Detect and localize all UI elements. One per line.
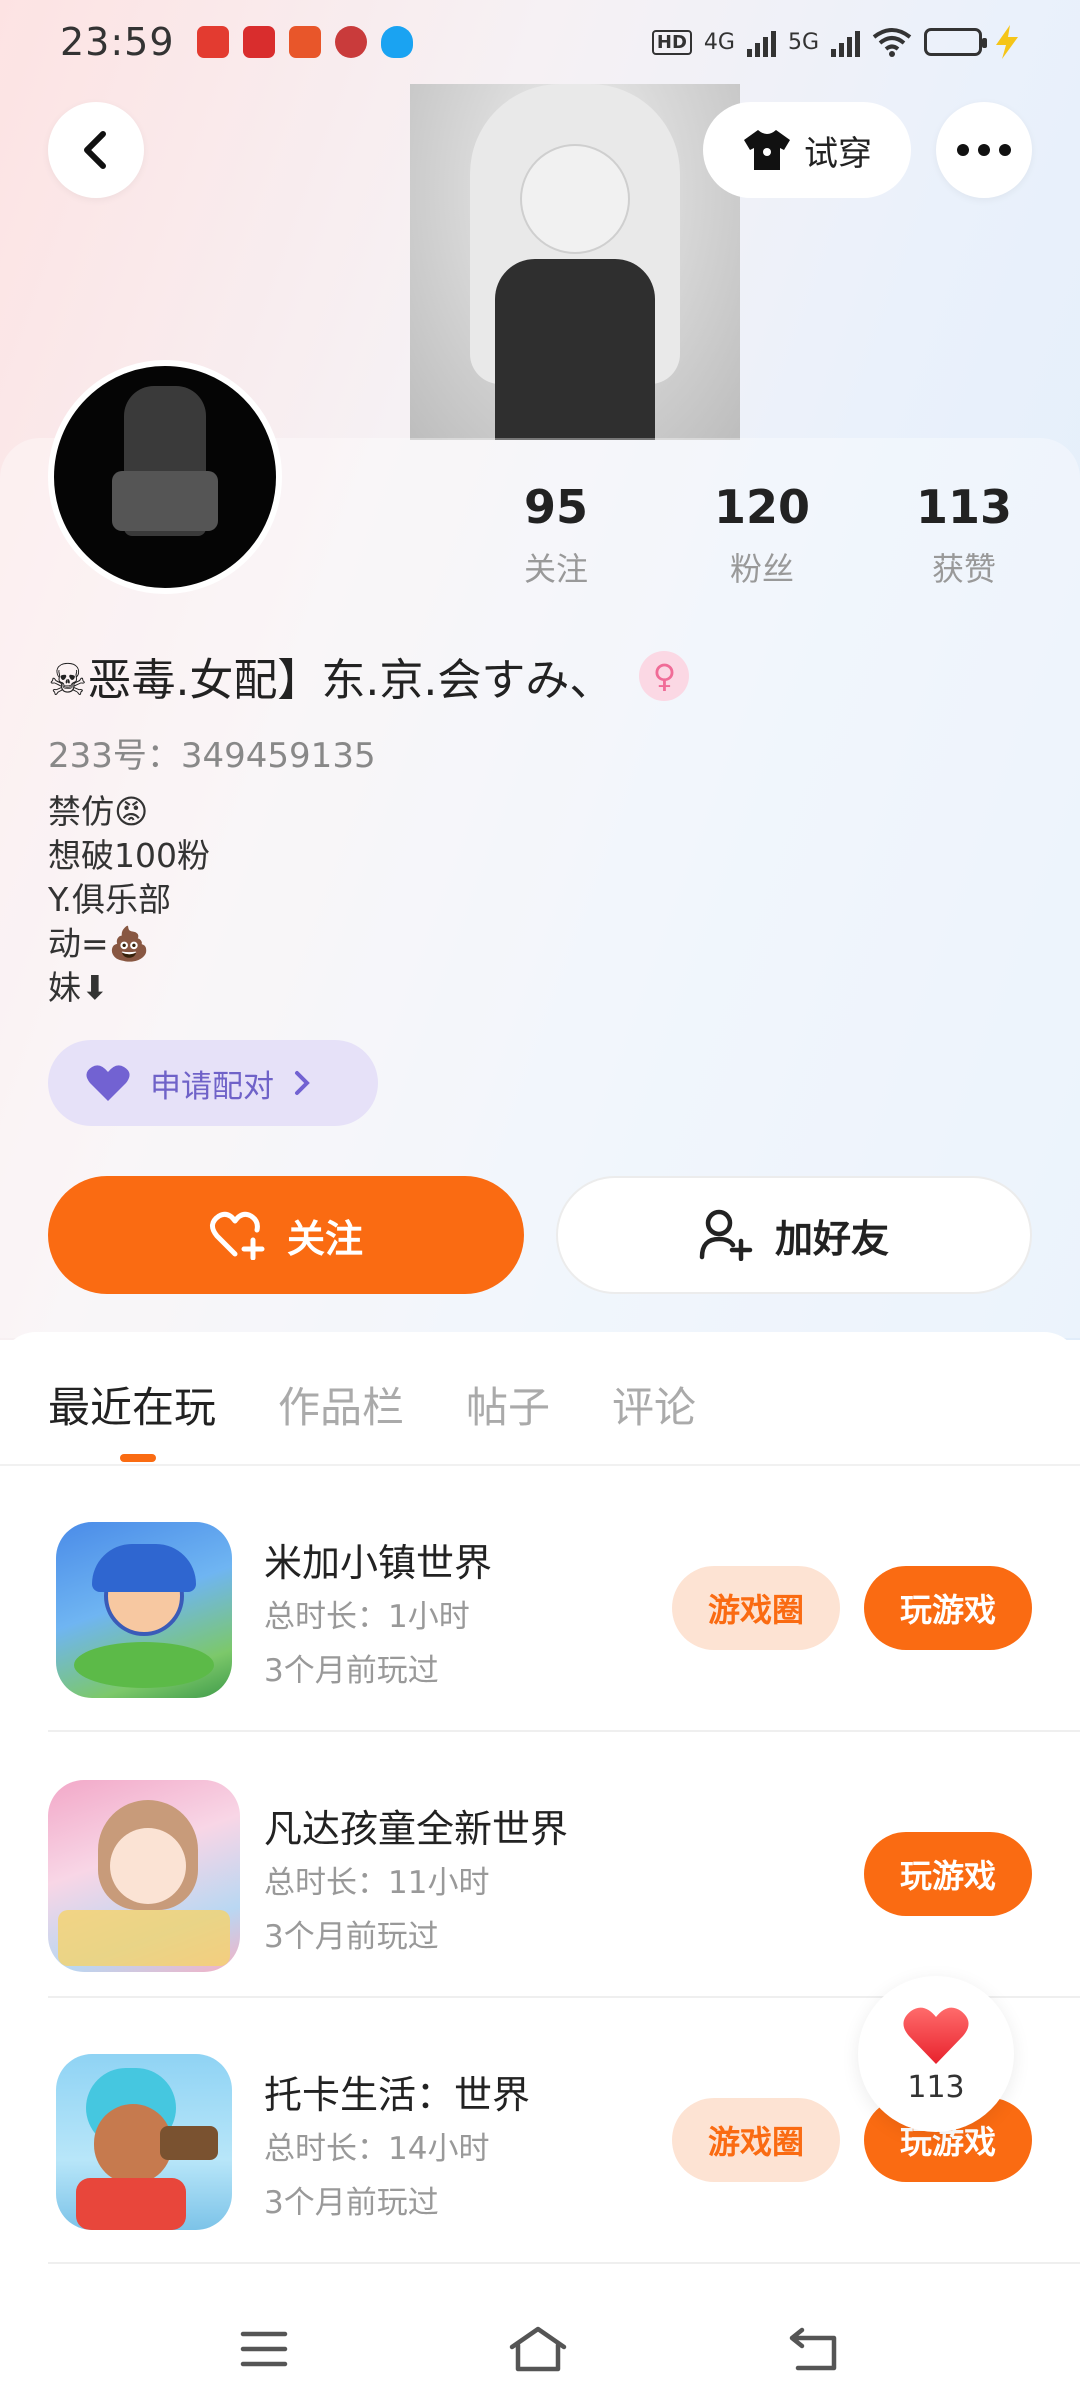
heart-plus-icon bbox=[209, 1211, 265, 1260]
like-floating-button[interactable]: 113 bbox=[858, 1976, 1014, 2132]
tab-works[interactable]: 作品栏 bbox=[278, 1374, 404, 1435]
stat-value: 120 bbox=[713, 480, 811, 534]
app-notification-icon bbox=[242, 26, 275, 58]
signal-icon bbox=[831, 27, 860, 57]
add-friend-button[interactable]: 加好友 bbox=[556, 1176, 1032, 1294]
status-indicators: HD 4G 5G bbox=[651, 25, 1020, 59]
play-game-button[interactable]: 玩游戏 bbox=[864, 1832, 1032, 1916]
battery-icon bbox=[924, 28, 987, 56]
list-item[interactable]: 米加小镇世界 总时长：1小时 3个月前玩过 游戏圈 玩游戏 bbox=[48, 1466, 1080, 1732]
game-title: 托卡生活：世界 bbox=[264, 2073, 531, 2117]
game-meta: 总时长：1小时 3个月前玩过 bbox=[264, 1590, 470, 1698]
heart-icon bbox=[86, 1065, 130, 1101]
game-icon bbox=[48, 1780, 240, 1972]
bio: 禁仿😡 想破100粉 Y.俱乐部 动=💩 妹⬇ bbox=[48, 790, 210, 1010]
bio-line: 动=💩 bbox=[48, 924, 150, 963]
chevron-left-icon bbox=[84, 131, 106, 169]
user-id: 233号：349459135 bbox=[48, 736, 376, 776]
signal-icon bbox=[746, 27, 776, 57]
tab-comments[interactable]: 评论 bbox=[612, 1374, 696, 1435]
divider bbox=[48, 2262, 1080, 2264]
back-button[interactable] bbox=[48, 102, 144, 198]
game-circle-button[interactable]: 游戏圈 bbox=[672, 2098, 840, 2182]
status-time: 23:59 bbox=[60, 20, 175, 64]
profile-banner-image bbox=[410, 84, 740, 440]
play-duration: 总时长：1小时 bbox=[264, 1599, 470, 1635]
game-title: 米加小镇世界 bbox=[264, 1541, 493, 1585]
stat-value: 113 bbox=[915, 480, 1013, 534]
list-item[interactable]: 凡达孩童全新世界 总时长：11小时 3个月前玩过 玩游戏 bbox=[48, 1732, 1080, 1998]
system-nav-bar bbox=[0, 2290, 1080, 2408]
qq-icon bbox=[380, 26, 413, 58]
bio-line: Y.俱乐部 bbox=[48, 880, 171, 919]
apply-pair-label: 申请配对 bbox=[150, 1068, 274, 1105]
tab-recently-played[interactable]: 最近在玩 bbox=[48, 1374, 216, 1435]
stat-likes[interactable]: 113 获赞 bbox=[884, 480, 1044, 590]
play-duration: 总时长：14小时 bbox=[264, 2131, 490, 2167]
game-meta: 总时长：14小时 3个月前玩过 bbox=[264, 2122, 489, 2230]
nickname: ☠恶毒.女配】东.京.会すみ、 bbox=[48, 655, 614, 706]
network-4g-label: 4G bbox=[703, 29, 735, 55]
add-user-icon bbox=[699, 1209, 753, 1261]
app-notification-icon bbox=[196, 26, 229, 58]
last-played: 3个月前玩过 bbox=[264, 2185, 439, 2221]
heart-icon bbox=[903, 2007, 969, 2064]
add-friend-label: 加好友 bbox=[774, 1216, 889, 1261]
try-on-label: 试穿 bbox=[804, 133, 872, 174]
stat-label: 获赞 bbox=[931, 550, 996, 588]
bio-line: 妹⬇ bbox=[48, 968, 109, 1007]
play-duration: 总时长：11小时 bbox=[264, 1865, 490, 1901]
stat-fans[interactable]: 120 粉丝 bbox=[682, 480, 842, 590]
last-played: 3个月前玩过 bbox=[264, 1919, 439, 1955]
tab-posts[interactable]: 帖子 bbox=[466, 1374, 550, 1435]
female-gender-icon: ♀ bbox=[639, 651, 690, 701]
try-on-button[interactable]: 试穿 bbox=[703, 102, 911, 198]
status-bar: 23:59 HD 4G 5G bbox=[0, 0, 1080, 84]
avatar[interactable] bbox=[48, 360, 282, 594]
app-notification-icon bbox=[334, 26, 367, 58]
shirt-icon bbox=[744, 130, 790, 170]
stat-following[interactable]: 95 关注 bbox=[476, 480, 636, 590]
back-nav-icon[interactable] bbox=[788, 2326, 840, 2372]
stat-label: 关注 bbox=[523, 550, 588, 588]
charging-icon bbox=[996, 25, 1018, 59]
content-panel: 最近在玩 作品栏 帖子 评论 米加小镇世界 总时长：1小时 3个月前玩过 游戏圈… bbox=[0, 1332, 1080, 2408]
follow-button[interactable]: 关注 bbox=[48, 1176, 524, 1294]
home-icon[interactable] bbox=[508, 2325, 568, 2373]
stat-value: 95 bbox=[523, 480, 588, 534]
game-icon bbox=[56, 2054, 232, 2230]
more-button[interactable] bbox=[936, 102, 1032, 198]
bio-line: 禁仿😡 bbox=[48, 792, 149, 831]
profile-tabs: 最近在玩 作品栏 帖子 评论 bbox=[48, 1374, 696, 1435]
wifi-icon bbox=[872, 28, 912, 57]
follow-label: 关注 bbox=[286, 1216, 363, 1261]
play-game-button[interactable]: 玩游戏 bbox=[864, 1566, 1032, 1650]
stat-label: 粉丝 bbox=[729, 550, 794, 588]
more-icon bbox=[957, 144, 1011, 156]
like-count: 113 bbox=[907, 2069, 965, 2105]
game-meta: 总时长：11小时 3个月前玩过 bbox=[264, 1856, 489, 1964]
app-notification-icon bbox=[288, 26, 321, 58]
hd-icon: HD bbox=[651, 29, 692, 55]
menu-icon[interactable] bbox=[240, 2329, 288, 2369]
game-circle-button[interactable]: 游戏圈 bbox=[672, 1566, 840, 1650]
game-title: 凡达孩童全新世界 bbox=[264, 1807, 569, 1851]
apply-pair-button[interactable]: 申请配对 bbox=[48, 1040, 378, 1126]
chevron-right-icon bbox=[295, 1071, 310, 1095]
game-icon bbox=[56, 1522, 232, 1698]
nickname-row: ☠恶毒.女配】东.京.会すみ、 ♀ bbox=[48, 644, 690, 708]
bio-line: 想破100粉 bbox=[48, 836, 210, 875]
last-played: 3个月前玩过 bbox=[264, 1653, 439, 1689]
tab-indicator bbox=[120, 1454, 156, 1462]
notification-icons bbox=[196, 26, 413, 58]
network-5g-label: 5G bbox=[787, 29, 819, 55]
